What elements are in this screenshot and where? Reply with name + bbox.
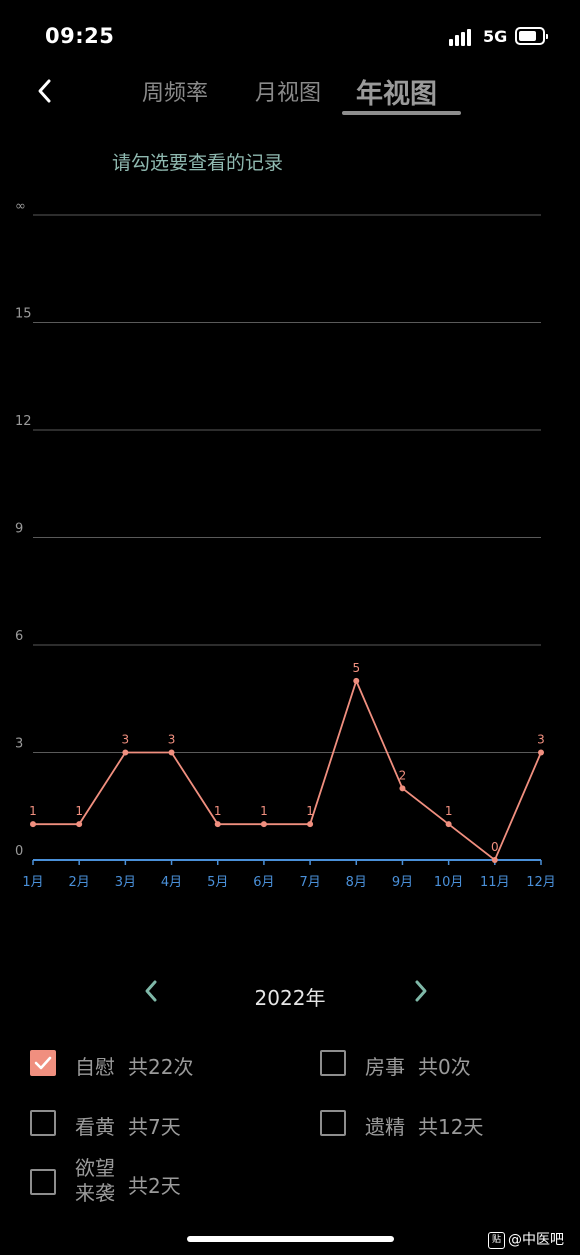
back-button[interactable] <box>32 77 60 105</box>
record-count: 共2天 <box>128 1174 181 1198</box>
record-count: 共0次 <box>418 1055 471 1079</box>
data-label: 1 <box>306 804 314 818</box>
record-count: 共22次 <box>128 1055 194 1079</box>
data-label: 1 <box>29 804 37 818</box>
record-count: 共7天 <box>128 1115 181 1139</box>
tab-month-view[interactable]: 月视图 <box>255 75 321 107</box>
record-label: 遗精 <box>365 1115 405 1139</box>
record-emission-checkbox[interactable]: 遗精 共12天 <box>320 1110 560 1144</box>
data-label: 0 <box>491 840 499 854</box>
x-tick-label: 4月 <box>161 875 182 890</box>
x-tick-label: 7月 <box>299 875 320 890</box>
check-icon <box>34 1056 52 1070</box>
checkbox-checked <box>30 1050 56 1076</box>
chevron-right-icon <box>415 980 427 1002</box>
record-label: 自慰 <box>75 1055 115 1079</box>
record-label-line1: 欲望 <box>75 1156 115 1180</box>
watermark-text: @中医吧 <box>508 1232 564 1248</box>
data-label: 2 <box>399 768 407 782</box>
y-tick-label: 0 <box>15 844 23 859</box>
x-tick-label: 6月 <box>253 875 274 890</box>
watermark: 贴 @中医吧 <box>488 1229 564 1249</box>
selection-hint: 请勾选要查看的记录 <box>112 152 284 174</box>
y-tick-label: ∞ <box>15 199 26 214</box>
battery-icon <box>515 27 548 45</box>
data-point <box>168 749 175 756</box>
data-point <box>30 821 36 828</box>
data-point <box>491 857 498 863</box>
record-label: 看黄 <box>75 1115 115 1139</box>
x-tick-label: 9月 <box>392 875 413 890</box>
network-type: 5G <box>483 27 508 46</box>
data-point <box>214 821 221 828</box>
x-tick-label: 12月 <box>526 875 556 890</box>
x-tick-label: 1月 <box>22 875 43 890</box>
home-indicator <box>187 1236 394 1242</box>
y-tick-label: 3 <box>15 737 23 752</box>
next-year-button[interactable] <box>408 976 432 1006</box>
x-tick-label: 10月 <box>434 875 464 890</box>
record-label-line2: 来袭 <box>75 1181 115 1205</box>
data-point <box>76 821 83 828</box>
checkbox-unchecked <box>320 1050 346 1076</box>
previous-year-button[interactable] <box>140 976 164 1006</box>
chevron-left-icon <box>38 79 51 103</box>
data-point <box>122 749 129 756</box>
x-tick-label: 11月 <box>480 875 510 890</box>
data-point <box>399 785 406 792</box>
data-label: 1 <box>445 804 453 818</box>
current-year: 2022年 <box>254 986 326 1010</box>
data-point <box>445 821 452 828</box>
record-desire-checkbox[interactable]: 欲望 来袭 共2天 <box>30 1156 270 1221</box>
status-time: 09:25 <box>45 24 115 48</box>
x-tick-label: 8月 <box>346 875 367 890</box>
tab-year-view[interactable]: 年视图 <box>356 72 437 111</box>
x-tick-label: 2月 <box>69 875 90 890</box>
record-label: 房事 <box>365 1055 405 1079</box>
y-tick-label: 6 <box>15 629 23 644</box>
data-point <box>353 677 360 684</box>
data-label: 3 <box>537 733 545 747</box>
record-masturbation-checkbox[interactable]: 自慰 共22次 <box>30 1050 270 1084</box>
data-label: 1 <box>260 804 268 818</box>
record-intercourse-checkbox[interactable]: 房事 共0次 <box>320 1050 560 1084</box>
data-label: 1 <box>214 804 222 818</box>
checkbox-unchecked <box>30 1110 56 1136</box>
tab-weekly-frequency[interactable]: 周频率 <box>142 75 208 107</box>
checkbox-unchecked <box>320 1110 346 1136</box>
data-point <box>307 821 314 828</box>
series-line <box>33 678 542 862</box>
y-tick-label: 9 <box>15 522 23 537</box>
y-tick-label: 15 <box>15 307 32 322</box>
data-point <box>538 749 544 756</box>
active-tab-indicator <box>342 111 461 115</box>
year-line-chart: 03691215∞1月 2月 3月 4月 5月 6月 7月 8月 9月 10月 11月 12月1 13 3… <box>15 199 556 890</box>
chevron-left-icon <box>145 980 157 1002</box>
record-count: 共12天 <box>418 1115 484 1139</box>
cellular-signal-icon <box>449 29 473 46</box>
record-porn-checkbox[interactable]: 看黄 共7天 <box>30 1110 270 1144</box>
y-tick-label: 12 <box>15 414 32 429</box>
data-label: 3 <box>122 733 130 747</box>
checkbox-unchecked <box>30 1169 56 1195</box>
data-label: 1 <box>75 804 83 818</box>
x-tick-label: 5月 <box>207 875 228 890</box>
data-label: 3 <box>168 733 176 747</box>
x-tick-label: 3月 <box>115 875 136 890</box>
tieba-logo-icon: 贴 <box>488 1231 505 1249</box>
data-point <box>260 821 267 828</box>
data-label: 5 <box>352 661 360 675</box>
